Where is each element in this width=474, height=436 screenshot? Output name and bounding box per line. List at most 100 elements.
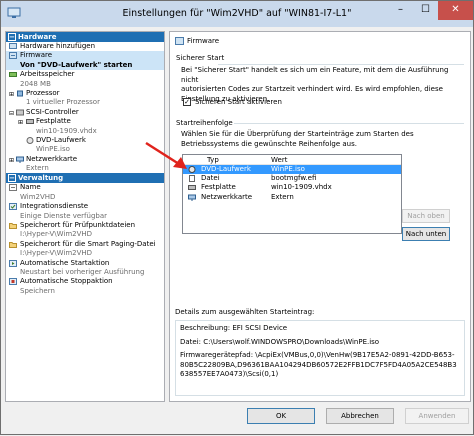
boot-entry-type: Datei	[201, 174, 220, 183]
divider	[234, 123, 464, 124]
tree-item-sub: Wim2VHD	[6, 193, 164, 202]
apply-button[interactable]: Anwenden	[405, 408, 469, 424]
network-adapter-icon	[16, 156, 24, 163]
dvd-drive-icon	[26, 136, 34, 144]
tree-item-sub: win10-1909.vhdx	[6, 127, 164, 136]
tree-item-sub-label: Einige Dienste verfügbar	[20, 211, 108, 220]
management-header-label: Verwaltung	[18, 174, 64, 183]
boot-entry-row[interactable]: DVD-Laufwerk WinPE.iso	[183, 165, 401, 175]
boot-entry-value: bootmgfw.efi	[271, 174, 317, 183]
panel-header: Firmware	[175, 36, 219, 46]
stop-action-icon	[9, 278, 17, 286]
tree-item-label: Prozessor	[26, 88, 60, 97]
boot-entry-row[interactable]: Datei bootmgfw.efi	[183, 174, 401, 183]
tree-item-sub-label: win10-1909.vhdx	[36, 126, 97, 135]
collapse-icon[interactable]: −	[8, 33, 16, 41]
tree-item-label: Speicherort für die Smart Paging-Datei	[20, 239, 156, 248]
memory-icon	[9, 72, 17, 78]
integration-services-icon	[9, 203, 17, 211]
divider	[218, 64, 464, 65]
firmware-icon	[175, 37, 184, 45]
maximize-button[interactable]: ☐	[413, 1, 438, 20]
hard-disk-icon	[26, 119, 34, 125]
tree-item-smart-paging-location[interactable]: Speicherort für die Smart Paging-Datei	[6, 240, 164, 249]
tree-item-sub: Extern	[6, 164, 164, 173]
hard-disk-icon	[188, 185, 196, 191]
tree-item-add-hardware[interactable]: Hardware hinzufügen	[6, 42, 164, 51]
tree-item-integration-services[interactable]: Integrationsdienste	[6, 202, 164, 211]
panel-title: Firmware	[187, 37, 220, 45]
tree-item-label: Festplatte	[36, 117, 71, 126]
tree-item-hard-disk[interactable]: ⊞ Festplatte	[6, 117, 164, 126]
tree-item-sub-label: I:\Hyper-V\Wim2VHD	[20, 249, 93, 258]
tree-item-firmware[interactable]: Firmware	[6, 51, 164, 61]
tree-item-sub: Speichern	[6, 287, 164, 296]
column-header-value[interactable]: Wert	[271, 155, 287, 165]
tree-item-sub: Von "DVD-Laufwerk" starten	[6, 60, 164, 71]
tree-item-label: Arbeitsspeicher	[20, 70, 75, 79]
boot-entry-type: DVD-Laufwerk	[201, 165, 251, 173]
firmware-panel: Firmware Sicherer Start Bei "Sicherer St…	[169, 31, 471, 402]
tree-item-label: Automatische Startaktion	[20, 258, 110, 267]
tree-item-label: SCSI-Controller	[26, 107, 79, 116]
boot-entry-value: WinPE.iso	[271, 165, 305, 173]
tree-item-automatic-start-action[interactable]: Automatische Startaktion	[6, 259, 164, 268]
controller-icon	[16, 109, 24, 116]
details-box: Beschreibung: EFI SCSI Device Datei: C:\…	[175, 320, 465, 396]
text-line: autorisierten Codes zur Startzeit verhin…	[181, 85, 443, 93]
title-bar: Einstellungen für "Wim2VHD" auf "WIN81-I…	[1, 1, 473, 27]
folder-icon	[9, 241, 17, 248]
detail-device-path: Firmwaregerätepfad: \AcpiEx(VMBus,0,0)\V…	[180, 351, 455, 359]
tree-item-sub-label: 2048 MB	[20, 79, 51, 88]
tree-item-scsi-controller[interactable]: ⊟ SCSI-Controller	[6, 108, 164, 117]
file-icon	[189, 175, 195, 183]
tree-item-network-adapter[interactable]: ⊞ Netzwerkkarte	[6, 155, 164, 164]
boot-entry-value: win10-1909.vhdx	[271, 183, 332, 192]
tree-item-label: Name	[20, 183, 41, 192]
boot-order-description: Wählen Sie für die Überprüfung der Start…	[181, 130, 460, 149]
tree-item-automatic-stop-action[interactable]: Automatische Stoppaktion	[6, 277, 164, 286]
tree-item-label: Netzwerkkarte	[26, 154, 78, 163]
processor-icon	[17, 90, 23, 97]
tree-item-label: Firmware	[20, 51, 53, 60]
column-header-type[interactable]: Typ	[207, 155, 219, 165]
boot-entry-row[interactable]: Festplatte win10-1909.vhdx	[183, 183, 401, 192]
tree-item-sub: I:\Hyper-V\Wim2VHD	[6, 249, 164, 258]
tree-item-sub-label: 1 virtueller Prozessor	[26, 98, 100, 107]
tree-item-label: DVD-Laufwerk	[36, 135, 86, 144]
tree-item-processor[interactable]: ⊞ Prozessor	[6, 89, 164, 98]
secure-boot-checkbox[interactable]: ✓	[183, 98, 191, 106]
tree-item-dvd-drive[interactable]: DVD-Laufwerk	[6, 136, 164, 145]
tree-item-name[interactable]: Name	[6, 183, 164, 192]
close-button[interactable]: ✕	[438, 1, 473, 20]
secure-boot-checkbox-label[interactable]: Sicheren Start aktivieren	[195, 98, 282, 106]
add-hardware-icon	[9, 43, 17, 49]
collapse-icon[interactable]: −	[8, 174, 16, 183]
management-section-header[interactable]: − Verwaltung	[6, 173, 164, 184]
hardware-section-header[interactable]: − Hardware	[6, 32, 164, 42]
cancel-button[interactable]: Abbrechen	[326, 408, 394, 424]
minimize-button[interactable]: –	[388, 1, 413, 20]
tree-item-sub: WinPE.iso	[6, 145, 164, 154]
detail-device-path: 638557EE7A0473)\Scsi(0,1)	[180, 370, 279, 378]
move-down-button[interactable]: Nach unten	[402, 227, 450, 241]
tree-item-sub-label: WinPE.iso	[36, 145, 70, 154]
move-up-button[interactable]: Nach oben	[402, 209, 450, 223]
tree-item-label: Automatische Stoppaktion	[20, 277, 113, 286]
name-icon	[9, 184, 17, 192]
tree-item-sub: 1 virtueller Prozessor	[6, 98, 164, 107]
firmware-boot-value: Von "DVD-Laufwerk" starten	[20, 60, 133, 69]
hardware-header-label: Hardware	[18, 33, 57, 41]
boot-entry-row[interactable]: Netzwerkkarte Extern	[183, 193, 401, 202]
tree-item-checkpoint-location[interactable]: Speicherort für Prüfpunktdateien	[6, 221, 164, 230]
secure-boot-heading: Sicherer Start	[176, 54, 225, 62]
ok-button[interactable]: OK	[247, 408, 315, 424]
start-action-icon	[9, 259, 17, 267]
tree-item-label: Hardware hinzufügen	[20, 42, 96, 50]
text-line: Betriebssystems die gewünschte Reihenfol…	[181, 139, 357, 148]
tree-item-memory[interactable]: Arbeitsspeicher	[6, 70, 164, 79]
details-heading: Details zum ausgewählten Starteintrag:	[175, 308, 315, 316]
tree-item-sub: Neustart bei vorheriger Ausführung	[6, 268, 164, 277]
boot-order-list[interactable]: Typ Wert DVD-Laufwerk WinPE.iso Datei bo…	[182, 154, 402, 234]
list-header: Typ Wert	[183, 155, 401, 165]
